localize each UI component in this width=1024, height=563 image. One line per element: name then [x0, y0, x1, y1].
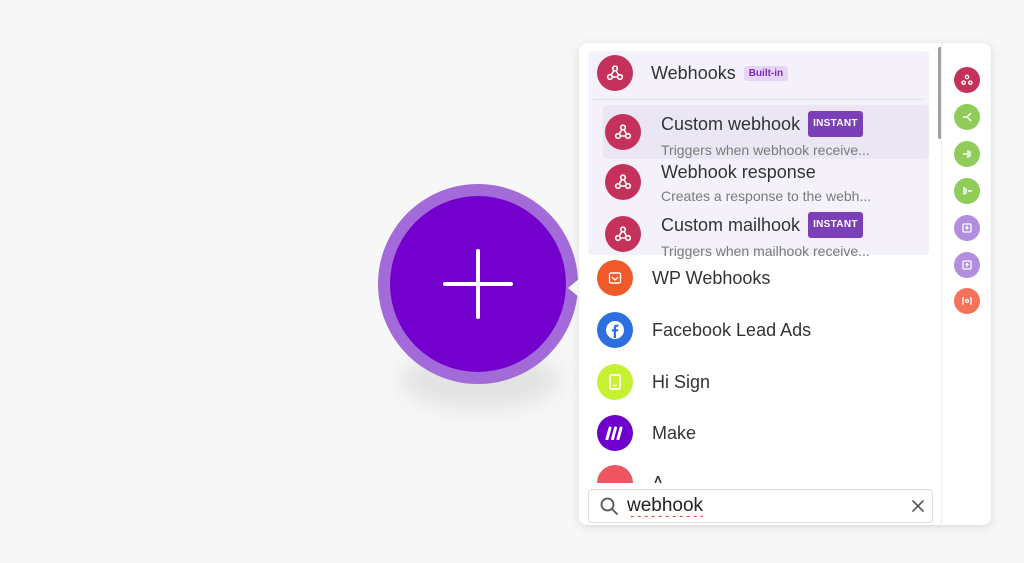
- built-in-badge: Built-in: [743, 65, 789, 81]
- module-description: Creates a response to the webh...: [661, 188, 872, 204]
- plus-icon: [443, 249, 513, 319]
- module-picker-panel: Webhooks Built-in Custom webhook INSTANT …: [579, 43, 991, 525]
- hi-sign-icon: [597, 364, 633, 400]
- app-item-make[interactable]: Make: [597, 415, 941, 451]
- app-name: Facebook Lead Ads: [652, 319, 812, 340]
- module-description: Triggers when mailhook receive...: [661, 243, 870, 259]
- webhook-icon[interactable]: [954, 67, 980, 93]
- webhook-icon: [605, 114, 641, 150]
- facebook-icon: [597, 312, 633, 348]
- ai-icon[interactable]: [954, 288, 980, 314]
- module-description: Triggers when webhook receive...: [661, 142, 870, 158]
- router-icon[interactable]: [954, 104, 980, 130]
- app-list[interactable]: Webhooks Built-in Custom webhook INSTANT …: [579, 43, 941, 483]
- instant-badge: INSTANT: [808, 111, 863, 137]
- wp-webhooks-icon: [597, 260, 633, 296]
- webhook-icon: [605, 216, 641, 252]
- export-icon[interactable]: [954, 252, 980, 278]
- search-input[interactable]: [627, 495, 887, 517]
- module-title: Custom mailhook: [661, 215, 801, 235]
- instant-badge: INSTANT: [808, 212, 863, 238]
- app-name: A...: [652, 472, 680, 484]
- app-name: Make: [652, 422, 697, 443]
- app-item-partial[interactable]: A...: [597, 465, 941, 483]
- module-title: Custom webhook: [661, 114, 801, 134]
- module-custom-mailhook[interactable]: Custom mailhook INSTANT Triggers when mai…: [603, 210, 929, 259]
- module-custom-webhook[interactable]: Custom webhook INSTANT Triggers when webh…: [603, 105, 929, 159]
- app-name: Webhooks: [651, 62, 736, 83]
- category-sidebar: [941, 43, 991, 525]
- app-name: Hi Sign: [652, 371, 711, 392]
- webhook-icon: [597, 55, 633, 91]
- module-webhook-response[interactable]: Webhook response Creates a response to t…: [603, 159, 929, 209]
- divider: [593, 99, 923, 100]
- app-name: WP Webhooks: [652, 267, 771, 288]
- iterator-icon[interactable]: [954, 141, 980, 167]
- search-icon: [600, 497, 618, 515]
- webhook-icon: [605, 164, 641, 200]
- clear-search-icon[interactable]: [910, 498, 926, 514]
- make-icon: [597, 415, 633, 451]
- app-item-hi-sign[interactable]: Hi Sign: [597, 364, 941, 400]
- search-bar: [588, 489, 933, 523]
- aggregator-icon[interactable]: [954, 178, 980, 204]
- app-icon: [597, 465, 633, 483]
- import-icon[interactable]: [954, 215, 980, 241]
- app-item-facebook-lead-ads[interactable]: Facebook Lead Ads: [597, 312, 941, 348]
- app-item-wp-webhooks[interactable]: WP Webhooks: [597, 260, 941, 296]
- add-module-button[interactable]: [390, 196, 566, 372]
- module-title: Webhook response: [661, 162, 816, 182]
- app-item-webhooks[interactable]: Webhooks Built-in: [597, 55, 922, 91]
